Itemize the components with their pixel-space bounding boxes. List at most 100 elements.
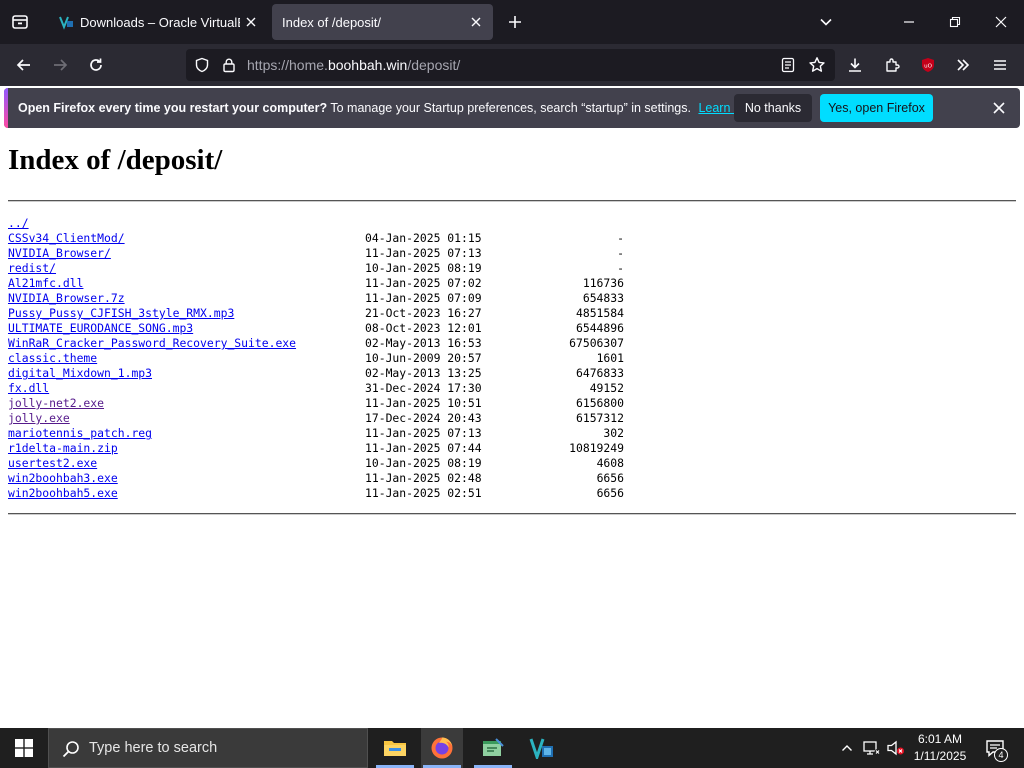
tracking-protection-shield-icon[interactable]: [194, 57, 210, 73]
file-link[interactable]: mariotennis_patch.reg: [8, 426, 152, 441]
url-text[interactable]: https://home.boohbah.win/deposit/: [247, 57, 460, 73]
page-content: Index of /deposit/ ../ CSSv34_ClientMod/…: [0, 130, 1024, 728]
new-tab-button[interactable]: [501, 8, 529, 36]
taskbar-file-explorer[interactable]: [374, 728, 416, 768]
extensions-button[interactable]: [877, 50, 907, 80]
file-size: 6656: [596, 486, 624, 500]
close-tab-button[interactable]: [465, 11, 487, 33]
file-link[interactable]: NVIDIA_Browser/: [8, 246, 111, 261]
clock-date: 1/11/2025: [913, 749, 967, 763]
parent-directory-link[interactable]: ../: [8, 216, 29, 231]
volume-muted-icon: [887, 740, 904, 756]
show-hidden-icons-button[interactable]: [836, 728, 858, 768]
file-size: 654833: [582, 291, 624, 305]
file-link[interactable]: ULTIMATE_EURODANCE_SONG.mp3: [8, 321, 193, 336]
windows-logo-icon: [15, 739, 33, 757]
ublock-origin-button[interactable]: uO: [913, 50, 943, 80]
navigation-toolbar: https://home.boohbah.win/deposit/ uO: [0, 44, 1024, 86]
file-size: 49152: [589, 381, 624, 395]
file-link[interactable]: digital_Mixdown_1.mp3: [8, 366, 152, 381]
firefox-view-button[interactable]: [6, 8, 34, 36]
file-link[interactable]: win2boohbah5.exe: [8, 486, 118, 501]
file-link[interactable]: usertest2.exe: [8, 456, 97, 471]
file-link[interactable]: jolly-net2.exe: [8, 396, 104, 411]
firefox-icon: [431, 737, 453, 759]
more-tools-button[interactable]: [948, 50, 978, 80]
clock[interactable]: 6:01 AM 1/11/2025: [908, 731, 972, 765]
restore-button[interactable]: [932, 0, 978, 44]
listing-row: win2boohbah5.exe 11-Jan-2025 02:51 6656: [8, 486, 708, 501]
listing-row: fx.dll 31-Dec-2024 17:30 49152: [8, 381, 708, 396]
bookmark-star-icon[interactable]: [808, 56, 826, 74]
tab-title: Downloads – Oracle VirtualBox: [80, 14, 240, 30]
svg-text:uO: uO: [924, 64, 932, 70]
listing-row: digital_Mixdown_1.mp3 02-May-2013 13:25 64…: [8, 366, 708, 381]
chevron-down-icon: [820, 18, 832, 26]
file-size: 4608: [596, 456, 624, 470]
tab-virtualbox-downloads[interactable]: Downloads – Oracle VirtualBox: [46, 4, 268, 40]
taskbar-search-box[interactable]: Type here to search: [48, 728, 368, 768]
taskbar-text-editor[interactable]: [472, 728, 514, 768]
divider: [8, 513, 1016, 515]
reload-button[interactable]: [81, 50, 111, 80]
back-button[interactable]: [9, 50, 39, 80]
file-date: 11-Jan-2025 07:44: [365, 441, 482, 455]
file-link[interactable]: fx.dll: [8, 381, 49, 396]
volume-button[interactable]: [884, 728, 908, 768]
file-link[interactable]: WinRaR_Cracker_Password_Recovery_Suite.e…: [8, 336, 296, 351]
file-link[interactable]: redist/: [8, 261, 56, 276]
directory-listing: ../ CSSv34_ClientMod/04-Jan-2025 01:15- N…: [8, 216, 708, 501]
file-date: 11-Jan-2025 02:51: [365, 486, 482, 500]
listing-row: ULTIMATE_EURODANCE_SONG.mp3 08-Oct-2023 1…: [8, 321, 708, 336]
address-bar[interactable]: https://home.boohbah.win/deposit/: [186, 49, 835, 81]
lock-icon[interactable]: [221, 57, 237, 73]
listing-row: jolly-net2.exe 11-Jan-2025 10:51 6156800: [8, 396, 708, 411]
file-date: 17-Dec-2024 20:43: [365, 411, 482, 425]
file-link[interactable]: jolly.exe: [8, 411, 70, 426]
tab-index-of-deposit[interactable]: Index of /deposit/: [272, 4, 493, 40]
close-icon: [246, 17, 256, 27]
file-link[interactable]: r1delta-main.zip: [8, 441, 118, 456]
close-notification-button[interactable]: [988, 97, 1010, 119]
file-link[interactable]: Pussy_Pussy_CJFISH_3style_RMX.mp3: [8, 306, 234, 321]
downloads-button[interactable]: [840, 50, 870, 80]
listing-row: WinRaR_Cracker_Password_Recovery_Suite.e…: [8, 336, 708, 351]
forward-button[interactable]: [45, 50, 75, 80]
file-size: 302: [603, 426, 624, 440]
virtualbox-icon: [529, 738, 553, 759]
search-icon: [62, 741, 79, 758]
listing-row: CSSv34_ClientMod/04-Jan-2025 01:15 -: [8, 231, 708, 246]
taskbar-firefox[interactable]: [421, 728, 463, 768]
file-link[interactable]: classic.theme: [8, 351, 97, 366]
application-menu-button[interactable]: [985, 50, 1015, 80]
close-window-button[interactable]: [978, 0, 1024, 44]
reader-view-icon[interactable]: [780, 57, 796, 73]
listing-row: NVIDIA_Browser.7z 11-Jan-2025 07:09 654833: [8, 291, 708, 306]
no-thanks-button[interactable]: No thanks: [734, 94, 812, 122]
file-link[interactable]: Al21mfc.dll: [8, 276, 83, 291]
file-date: 10-Jun-2009 20:57: [365, 351, 482, 365]
file-size: -: [617, 261, 624, 275]
file-link[interactable]: CSSv34_ClientMod/: [8, 231, 125, 246]
close-tab-button[interactable]: [240, 11, 262, 33]
file-size: -: [617, 246, 624, 260]
yes-open-firefox-button[interactable]: Yes, open Firefox: [820, 94, 933, 122]
file-date: 02-May-2013 16:53: [365, 336, 482, 350]
list-all-tabs-button[interactable]: [812, 8, 840, 36]
url-path: /deposit/: [407, 57, 461, 73]
minimize-button[interactable]: [886, 0, 932, 44]
start-button[interactable]: [0, 728, 48, 768]
file-link[interactable]: NVIDIA_Browser.7z: [8, 291, 125, 306]
file-link[interactable]: win2boohbah3.exe: [8, 471, 118, 486]
text-editor-icon: [483, 738, 504, 756]
divider: [8, 200, 1016, 202]
action-center-button[interactable]: 4: [978, 728, 1012, 768]
notification-message: Open Firefox every time you restart your…: [18, 101, 762, 115]
startup-notification-bar: Open Firefox every time you restart your…: [4, 88, 1020, 128]
network-status-button[interactable]: [860, 728, 884, 768]
reload-icon: [90, 58, 102, 71]
url-domain: boohbah.win: [327, 57, 408, 73]
search-placeholder: Type here to search: [89, 740, 218, 756]
taskbar-virtualbox[interactable]: [521, 728, 563, 768]
chevron-up-icon: [842, 745, 852, 751]
